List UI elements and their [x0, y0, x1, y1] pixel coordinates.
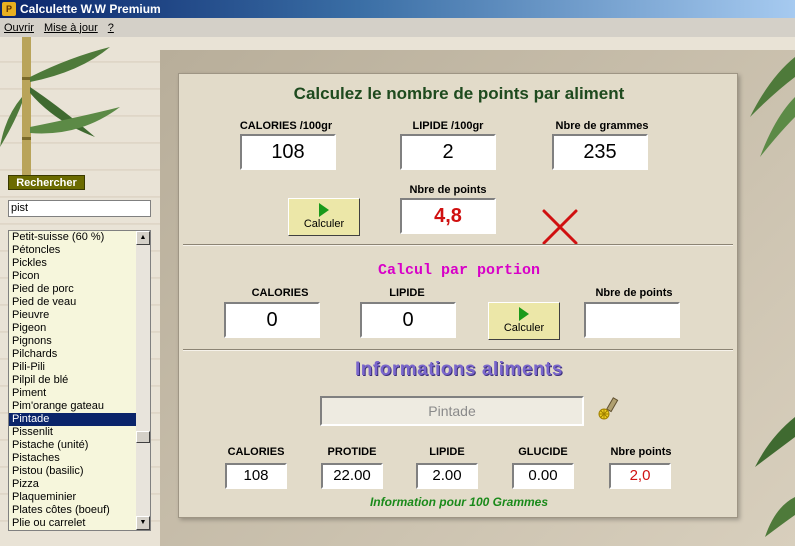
info-calories-label: CALORIES	[227, 446, 285, 458]
info-protide-field: 22.00	[321, 463, 383, 489]
list-item[interactable]: Piment	[9, 387, 136, 400]
food-name-field: Pintade	[320, 396, 584, 426]
portion-calculate-button[interactable]: Calculer	[488, 302, 560, 340]
info-points-field: 2,0	[609, 463, 671, 489]
scroll-up-arrow-icon[interactable]: ▲	[136, 231, 150, 245]
grams-label: Nbre de grammes	[555, 120, 649, 132]
list-item[interactable]: Pignons	[9, 335, 136, 348]
info-note: Information pour 100 Grammes	[369, 495, 549, 509]
scroll-thumb[interactable]	[136, 431, 150, 443]
info-glucide-label: GLUCIDE	[518, 446, 568, 458]
info-lipide-field: 2.00	[416, 463, 478, 489]
list-item[interactable]: Pilchards	[9, 348, 136, 361]
info-calories-field: 108	[225, 463, 287, 489]
info-lipide-label: LIPIDE	[429, 446, 465, 458]
list-item[interactable]: Pied de porc	[9, 283, 136, 296]
portion-calories-label: CALORIES	[251, 287, 309, 299]
list-item[interactable]: Pistaches	[9, 452, 136, 465]
list-item[interactable]: Pili-Pili	[9, 361, 136, 374]
list-item[interactable]: Pistou (basilic)	[9, 465, 136, 478]
portion-heading: Calcul par portion	[377, 262, 541, 279]
scroll-down-arrow-icon[interactable]: ▼	[136, 516, 150, 530]
list-item[interactable]: Petit-suisse (60 %)	[9, 231, 136, 244]
calories-field[interactable]: 108	[240, 134, 336, 170]
window-title: Calculette W.W Premium	[20, 2, 161, 16]
bamboo-right-decoration	[750, 57, 795, 537]
list-item[interactable]: Pissenlit	[9, 426, 136, 439]
list-item[interactable]: Pétoncles	[9, 244, 136, 257]
menu-ouvrir[interactable]: Ouvrir	[4, 22, 34, 34]
list-item[interactable]: Plaqueminier	[9, 491, 136, 504]
info-protide-label: PROTIDE	[327, 446, 377, 458]
calories-label: CALORIES /100gr	[239, 120, 333, 132]
calculate-button-label: Calculer	[303, 218, 345, 230]
portion-lipide-label: LIPIDE	[389, 287, 425, 299]
menu-mise-a-jour[interactable]: Mise à jour	[44, 22, 98, 34]
list-item[interactable]: Pizza	[9, 478, 136, 491]
portion-lipide-field[interactable]: 0	[360, 302, 456, 338]
list-item[interactable]: Pied de veau	[9, 296, 136, 309]
sidebar: Rechercher pist Petit-suisse (60 %) Péton…	[0, 37, 160, 546]
error-x-icon	[542, 209, 578, 245]
list-item[interactable]: Pickles	[9, 257, 136, 270]
separator-2	[183, 349, 733, 351]
menu-help[interactable]: ?	[108, 22, 114, 34]
list-item[interactable]: Pigeon	[9, 322, 136, 335]
play-icon	[319, 203, 329, 217]
grams-field[interactable]: 235	[552, 134, 648, 170]
app-icon[interactable]: P	[2, 2, 16, 16]
list-item[interactable]: Pieuvre	[9, 309, 136, 322]
portion-points-field	[584, 302, 680, 338]
portion-calculate-button-label: Calculer	[503, 322, 545, 334]
list-item[interactable]: Pilpil de blé	[9, 374, 136, 387]
list-item[interactable]: Plates côtes (boeuf)	[9, 504, 136, 517]
title-bar: P Calculette W.W Premium	[0, 0, 795, 18]
list-item[interactable]: Pim'orange gateau	[9, 400, 136, 413]
list-item[interactable]: Plie ou carrelet	[9, 517, 136, 530]
food-list-items: Petit-suisse (60 %) Pétoncles Pickles Picon…	[9, 231, 136, 530]
list-item[interactable]: Picon	[9, 270, 136, 283]
points-field: 4,8	[400, 198, 496, 234]
search-input[interactable]: pist	[8, 200, 151, 217]
search-button[interactable]: Rechercher	[8, 175, 85, 190]
food-list[interactable]: Petit-suisse (60 %) Pétoncles Pickles Picon…	[8, 230, 151, 531]
list-item[interactable]: Pintade	[9, 413, 136, 426]
info-glucide-field: 0.00	[512, 463, 574, 489]
separator-1	[183, 244, 733, 246]
portion-calories-field[interactable]: 0	[224, 302, 320, 338]
menu-bar: Ouvrir Mise à jour ?	[0, 18, 795, 37]
info-heading: Informations aliments	[355, 359, 563, 380]
lipide-label: LIPIDE /100gr	[412, 120, 484, 132]
play-icon	[519, 307, 529, 321]
lipide-field[interactable]: 2	[400, 134, 496, 170]
portion-points-label: Nbre de points	[595, 287, 673, 299]
points-label: Nbre de points	[409, 184, 487, 196]
calculate-button[interactable]: Calculer	[288, 198, 360, 236]
list-scrollbar[interactable]: ▲ ▼	[136, 231, 150, 530]
calc-heading: Calculez le nombre de points par aliment	[293, 84, 625, 103]
main-panel: Calculez le nombre de points par aliment…	[178, 73, 738, 518]
clear-brush-icon[interactable]	[596, 396, 622, 422]
info-points-label: Nbre points	[610, 446, 672, 458]
list-item[interactable]: Pistache (unité)	[9, 439, 136, 452]
